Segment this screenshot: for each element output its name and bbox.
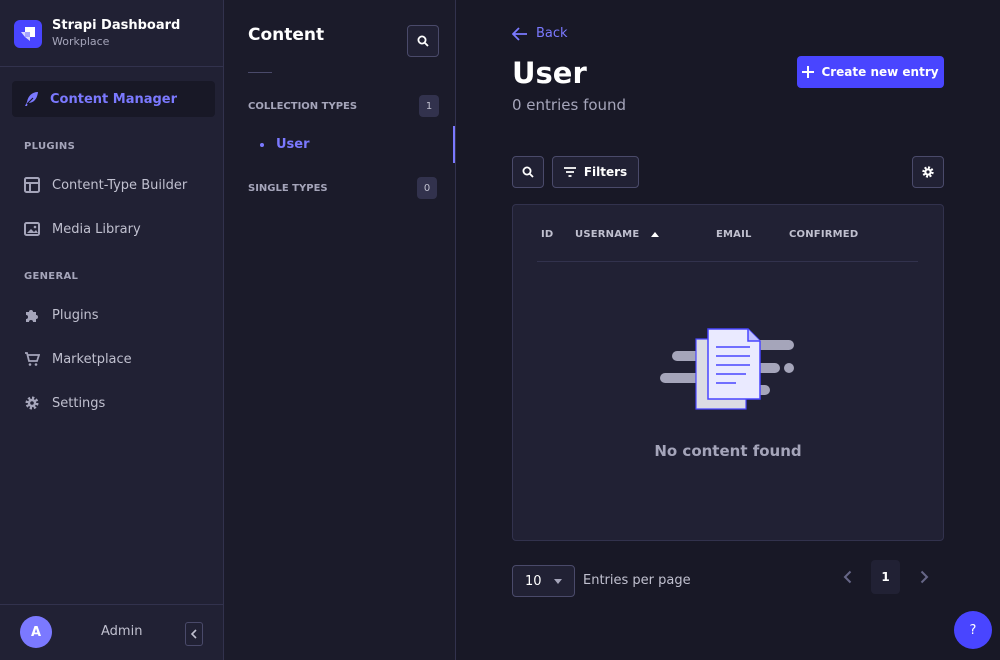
collapse-nav-button[interactable] <box>185 622 203 646</box>
nav-item-label: Settings <box>52 395 106 411</box>
search-icon <box>522 166 534 178</box>
page-title: User <box>512 56 587 90</box>
entries-per-page-value: 10 <box>525 573 542 589</box>
column-header-id[interactable]: ID <box>541 229 553 240</box>
entries-per-page-label: Entries per page <box>583 573 691 588</box>
sort-ascending-icon <box>651 232 660 237</box>
back-label: Back <box>536 26 568 41</box>
table-header-divider <box>537 261 918 262</box>
gear-icon <box>922 166 934 178</box>
create-new-entry-button[interactable]: Create new entry <box>797 56 944 88</box>
next-page-button[interactable] <box>916 568 932 586</box>
shopping-cart-icon <box>25 352 40 366</box>
subnav-search-button[interactable] <box>407 25 439 57</box>
user-name[interactable]: Admin <box>101 624 142 639</box>
view-settings-button[interactable] <box>912 156 944 188</box>
plus-icon <box>802 66 815 78</box>
subnav-divider <box>248 72 272 73</box>
content-subnav: Content COLLECTION TYPES 1 User SINGLE T… <box>224 0 456 660</box>
brand: Strapi Dashboard Workplace <box>14 18 180 49</box>
help-button[interactable]: ? <box>954 611 992 649</box>
filters-label: Filters <box>583 165 628 179</box>
collection-types-count: 1 <box>419 95 439 117</box>
create-button-label: Create new entry <box>821 65 939 79</box>
column-header-username[interactable]: USERNAME <box>575 229 660 240</box>
nav-section-plugins: PLUGINS <box>24 141 76 152</box>
entries-table: ID USERNAME EMAIL CONFIRMED No content f… <box>512 204 944 541</box>
nav-item-label: Media Library <box>52 221 141 237</box>
collection-types-heading: COLLECTION TYPES <box>248 101 358 112</box>
active-indicator <box>453 126 455 163</box>
nav-item-label: Marketplace <box>52 351 132 367</box>
entries-per-page-select[interactable]: 10 <box>512 565 575 597</box>
single-types-count: 0 <box>417 177 437 199</box>
nav-item-label: Plugins <box>52 307 99 323</box>
avatar[interactable]: A <box>20 616 52 648</box>
empty-documents-icon <box>660 328 794 410</box>
nav-divider <box>0 66 223 67</box>
nav-item-content-type-builder[interactable]: Content-Type Builder <box>24 175 187 195</box>
empty-state-text: No content found <box>654 442 802 460</box>
back-link[interactable]: Back <box>512 26 568 41</box>
entries-count: 0 entries found <box>512 96 627 114</box>
chevron-right-icon <box>920 570 928 584</box>
column-header-confirmed[interactable]: CONFIRMED <box>789 229 858 240</box>
gear-icon <box>25 396 39 410</box>
previous-page-button[interactable] <box>839 568 855 586</box>
nav-item-label: Content Manager <box>50 91 178 107</box>
filters-button[interactable]: Filters <box>552 156 639 188</box>
app-title: Strapi Dashboard <box>52 18 181 33</box>
active-dot-icon <box>260 142 264 147</box>
main-navigation: Strapi Dashboard Workplace Content Manag… <box>0 0 224 660</box>
current-page-button[interactable]: 1 <box>871 560 900 594</box>
caret-down-icon <box>554 579 562 584</box>
strapi-logo-icon <box>14 19 42 48</box>
chevron-left-icon <box>190 629 197 639</box>
subnav-item-label: User <box>276 137 310 152</box>
nav-item-content-manager[interactable]: Content Manager <box>12 81 215 117</box>
nav-item-marketplace[interactable]: Marketplace <box>24 349 132 369</box>
nav-item-media-library[interactable]: Media Library <box>24 219 141 239</box>
single-types-heading: SINGLE TYPES <box>248 183 328 194</box>
column-header-label: USERNAME <box>575 229 640 240</box>
column-header-email[interactable]: EMAIL <box>716 229 752 240</box>
nav-divider <box>0 604 223 605</box>
chevron-left-icon <box>843 570 851 584</box>
layout-icon <box>24 177 40 193</box>
nav-item-settings[interactable]: Settings <box>24 393 105 413</box>
puzzle-icon <box>26 310 38 322</box>
nav-item-plugins[interactable]: Plugins <box>24 305 99 325</box>
search-button[interactable] <box>512 156 544 188</box>
search-icon <box>417 35 429 47</box>
nav-item-label: Content-Type Builder <box>52 177 188 193</box>
image-icon <box>24 222 40 236</box>
workspace-name: Workplace <box>52 35 110 48</box>
filter-icon <box>563 167 576 177</box>
feather-icon <box>25 92 38 106</box>
subnav-title: Content <box>248 25 325 45</box>
nav-section-general: GENERAL <box>24 271 79 282</box>
subnav-item-user[interactable]: User <box>260 137 310 152</box>
arrow-left-icon <box>512 26 527 41</box>
